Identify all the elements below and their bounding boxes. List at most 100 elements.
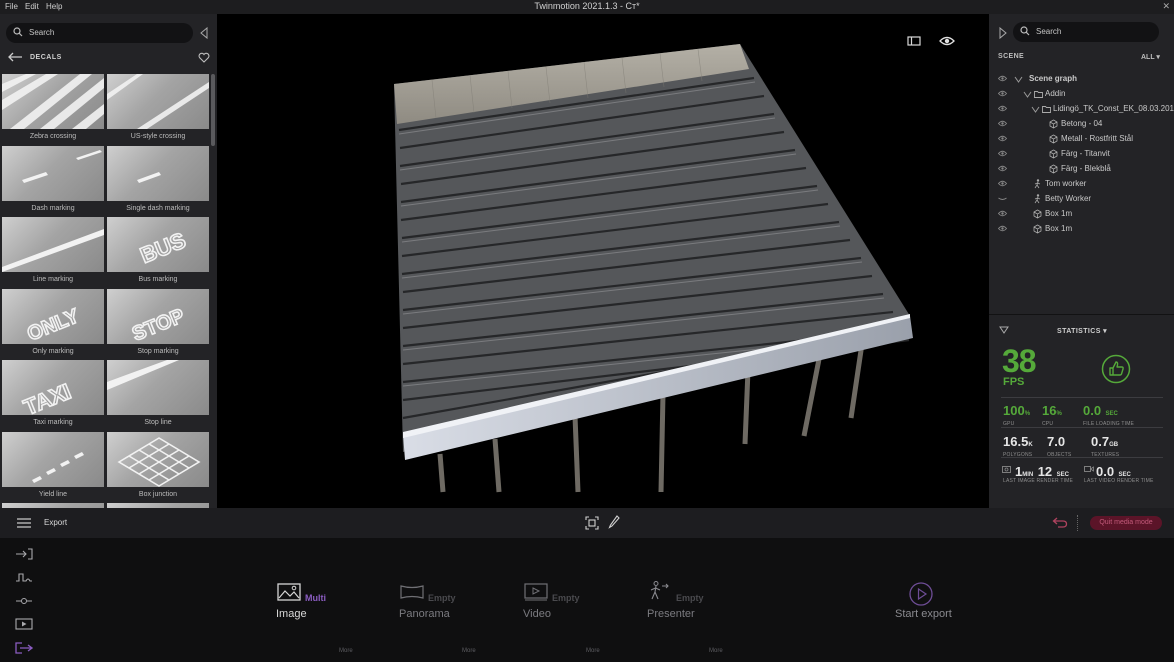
material-icon xyxy=(1049,134,1058,144)
tree-label: Färg - Titanvit xyxy=(1061,149,1110,158)
decal-label: Single dash marking xyxy=(126,205,190,212)
tree-row-box[interactable]: Box 1m xyxy=(989,222,1174,237)
export-icon[interactable] xyxy=(15,642,33,654)
hamburger-menu-icon[interactable] xyxy=(17,518,31,528)
tree-row-material[interactable]: Färg - Titanvit xyxy=(989,147,1174,162)
panorama-more-link[interactable]: More xyxy=(462,648,476,654)
visibility-eye-icon[interactable] xyxy=(998,105,1007,112)
decal-tile-line-marking[interactable]: Line marking xyxy=(2,217,104,287)
decal-tile-single-dash-marking[interactable]: Single dash marking xyxy=(107,146,209,216)
tree-row-addin[interactable]: Addin xyxy=(989,87,1174,102)
visibility-eye-icon[interactable] xyxy=(998,165,1007,172)
library-scrollbar[interactable] xyxy=(211,74,215,146)
tree-label: Tom worker xyxy=(1045,179,1087,188)
library-search-input[interactable]: Search xyxy=(6,23,193,43)
visibility-eye-icon[interactable] xyxy=(998,180,1007,187)
hidden-eye-icon[interactable] xyxy=(998,195,1007,202)
library-panel: Search DECALS Zebra crossing US-style cr… xyxy=(0,14,217,508)
undo-icon[interactable] xyxy=(1052,516,1068,528)
visibility-eye-icon[interactable] xyxy=(998,210,1007,217)
export-option-image[interactable]: Multi Image xyxy=(276,582,397,622)
tree-row-material[interactable]: Metall - Rostfritt Stål xyxy=(989,132,1174,147)
import-icon[interactable] xyxy=(15,548,33,560)
tree-row-betty-worker[interactable]: Betty Worker xyxy=(989,192,1174,207)
visibility-eye-icon[interactable] xyxy=(939,35,955,47)
visibility-eye-icon[interactable] xyxy=(998,75,1007,82)
export-option-panorama[interactable]: Empty Panorama xyxy=(399,582,520,622)
decal-label: Box junction xyxy=(138,491,178,498)
decal-tile-bus-marking[interactable]: BUS Bus marking xyxy=(107,217,209,287)
back-arrow-icon[interactable] xyxy=(7,52,23,62)
image-label: Image xyxy=(276,608,307,620)
pen-icon[interactable] xyxy=(608,515,620,529)
waveform-icon[interactable] xyxy=(15,571,33,583)
tree-row-scene-graph[interactable]: Scene graph xyxy=(989,72,1174,87)
decal-label: US-style crossing xyxy=(130,133,186,140)
collapse-stats-icon[interactable] xyxy=(999,326,1009,334)
decal-tile-yield-line[interactable]: Yield line xyxy=(2,432,104,502)
decal-label: Line marking xyxy=(32,276,74,283)
presenter-more-link[interactable]: More xyxy=(709,648,723,654)
video-more-link[interactable]: More xyxy=(586,648,600,654)
presenter-tag: Empty xyxy=(676,593,704,603)
scene-search-input[interactable]: Search xyxy=(1013,22,1159,42)
menu-help[interactable]: Help xyxy=(46,2,62,11)
fit-view-icon[interactable] xyxy=(585,516,599,530)
decal-tile-dash-marking[interactable]: Dash marking xyxy=(2,146,104,216)
visibility-eye-icon[interactable] xyxy=(998,90,1007,97)
decal-label: Zebra crossing xyxy=(29,133,77,140)
material-icon xyxy=(1033,224,1042,234)
decal-tile-stop-line[interactable]: Stop line xyxy=(107,360,209,430)
visibility-eye-icon[interactable] xyxy=(998,150,1007,157)
decal-tile-us-style-crossing[interactable]: US-style crossing xyxy=(107,74,209,144)
3d-viewport[interactable] xyxy=(217,14,989,508)
export-option-video[interactable]: Empty Video xyxy=(523,582,644,622)
video-label: Video xyxy=(523,608,551,620)
quit-media-mode-button[interactable]: Quit media mode xyxy=(1090,516,1162,530)
visibility-eye-icon[interactable] xyxy=(998,120,1007,127)
folder-icon xyxy=(1042,106,1051,113)
decal-tile-stop-marking[interactable]: STOP Stop marking xyxy=(107,289,209,359)
textures-stat: 0.7GB TEXTURES xyxy=(1091,434,1120,459)
image-more-link[interactable]: More xyxy=(339,648,353,654)
decal-tile-zebra-crossing[interactable]: Zebra crossing xyxy=(2,74,104,144)
only-marking-thumbnail: ONLY xyxy=(2,289,104,344)
statistics-dropdown[interactable]: STATISTICS ▾ xyxy=(1057,327,1107,335)
scene-label: SCENE xyxy=(998,53,1025,60)
visibility-eye-icon[interactable] xyxy=(998,225,1007,232)
box-junction-thumbnail xyxy=(107,432,209,487)
material-icon xyxy=(1049,164,1058,174)
panorama-icon xyxy=(400,585,424,599)
tree-row-box[interactable]: Box 1m xyxy=(989,207,1174,222)
favorite-heart-icon[interactable] xyxy=(198,52,210,63)
start-export-play-icon[interactable] xyxy=(909,582,933,606)
visibility-eye-icon[interactable] xyxy=(998,135,1007,142)
video-player-icon[interactable] xyxy=(15,618,33,630)
yield-line-thumbnail xyxy=(2,432,104,487)
expand-right-icon[interactable] xyxy=(998,26,1008,40)
tree-row-lidingo[interactable]: Lidingö_TK_Const_EK_08.03.2019 xyxy=(989,102,1174,117)
start-export-button[interactable]: Start export xyxy=(895,608,952,620)
tree-row-tom-worker[interactable]: Tom worker xyxy=(989,177,1174,192)
decal-label: Stop marking xyxy=(137,348,179,355)
frame-toggle-icon[interactable] xyxy=(907,36,921,46)
tree-row-material[interactable]: Betong - 04 xyxy=(989,117,1174,132)
collapse-left-icon[interactable] xyxy=(198,26,210,40)
timeline-icon[interactable] xyxy=(15,595,33,607)
menu-edit[interactable]: Edit xyxy=(25,2,39,11)
close-icon[interactable]: ✕ xyxy=(1162,1,1170,12)
decal-tile-only-marking[interactable]: ONLY Only marking xyxy=(2,289,104,359)
stats-separator xyxy=(1001,457,1163,458)
decal-tile-box-junction[interactable]: Box junction xyxy=(107,432,209,502)
menu-file[interactable]: File xyxy=(5,2,18,11)
chevron-down-icon[interactable] xyxy=(1023,89,1032,99)
export-option-presenter[interactable]: Empty Presenter xyxy=(647,581,768,622)
library-search-placeholder: Search xyxy=(29,28,55,37)
tree-label: Färg - Blekblå xyxy=(1061,164,1111,173)
tree-row-material[interactable]: Färg - Blekblå xyxy=(989,162,1174,177)
chevron-down-icon[interactable] xyxy=(1014,74,1023,84)
decal-tile-taxi-marking[interactable]: TAXI Taxi marking xyxy=(2,360,104,430)
scene-filter-dropdown[interactable]: ALL ▾ xyxy=(1141,53,1160,61)
tree-label: Betong - 04 xyxy=(1061,119,1103,128)
chevron-down-icon[interactable] xyxy=(1031,104,1040,114)
